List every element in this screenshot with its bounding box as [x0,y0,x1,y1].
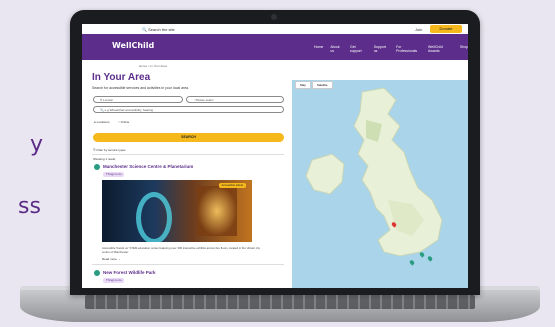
nav-item-about[interactable]: About us [330,45,343,53]
radio-online-label: Online [120,120,130,124]
site-search-label: Search the site [148,27,175,32]
nav-menu: Home About us Get support Support us For… [314,45,468,53]
camera-icon [271,14,277,20]
map-view[interactable] [292,80,468,288]
result-description: Accessible 'hands on' STEM education cen… [102,246,260,254]
read-more-label: Read more [102,257,117,261]
keyword-placeholder: e.g Wheelchair accessibility, Seating [104,108,154,112]
location-pin-icon [94,270,100,276]
radius-select[interactable]: ◔ Please select [186,96,284,103]
result-title[interactable]: Manchester Science Centre & Planetarium [103,164,193,169]
nav-item-support[interactable]: Get support [350,45,367,53]
nav-item-shop[interactable]: Shop [460,45,468,53]
photo-exhibit-ring [136,192,172,242]
radio-locations-label: Locations [96,120,110,124]
radius-value: Please select [195,98,214,102]
read-more-link[interactable]: Read more → [102,257,121,261]
keyboard-strip [85,295,475,309]
radio-locations[interactable]: ● Locations [94,120,110,124]
result-title[interactable]: New Forest Wildlife Park [103,270,155,275]
photo-exhibit-glow [197,186,237,236]
filter-toggle[interactable]: ☰ Filter by service types [93,148,126,152]
divider [92,154,284,155]
result-tag: Things to do [103,172,125,177]
photo-tag: Accessible toilets [218,183,246,188]
wellchild-logo[interactable]: WellChild [112,41,154,50]
nav-item-awards[interactable]: WellChild Awards [428,45,453,53]
main-navbar: WellChild Home About us Get support Supp… [82,34,468,60]
tab-satellite[interactable]: Satellite [311,81,333,89]
location-value: London [103,98,114,102]
filter-label: Filter by service types [96,148,126,152]
nav-item-professionals[interactable]: For Professionals [396,45,421,53]
result-tag: Things to do [103,278,125,283]
tab-map[interactable]: Map [295,81,311,89]
breadcrumb: Home > In Your Area [139,64,167,68]
join-link[interactable]: Join [415,27,422,32]
radio-online[interactable]: ○ Online [118,120,129,124]
laptop-frame: 🔍 Search the site Join Donate WellChild … [70,10,480,295]
topbar: 🔍 Search the site Join Donate [82,24,468,34]
background-text-1: y [30,132,44,157]
map-type-tabs: Map Satellite [295,81,333,89]
donate-button[interactable]: Donate [430,25,462,33]
nav-item-support-us[interactable]: Support us [374,45,389,53]
nav-item-home[interactable]: Home [314,45,323,53]
page-title: In Your Area [92,72,151,83]
site-search-link[interactable]: 🔍 Search the site [142,27,175,32]
location-pin-icon [94,164,100,170]
result-photo[interactable]: Accessible toilets [102,180,252,242]
divider [92,264,284,265]
page-subtitle: Search for accessible services and activ… [92,86,190,90]
laptop-screen: 🔍 Search the site Join Donate WellChild … [82,24,468,288]
location-input[interactable]: ⚲ London [93,96,183,103]
results-count: Showing 1 result [93,157,116,161]
search-button[interactable]: SEARCH [93,133,284,142]
background-text-2: ss [18,194,41,219]
keyword-input[interactable]: 🔍 e.g Wheelchair accessibility, Seating [93,106,284,113]
uk-map [305,87,443,257]
